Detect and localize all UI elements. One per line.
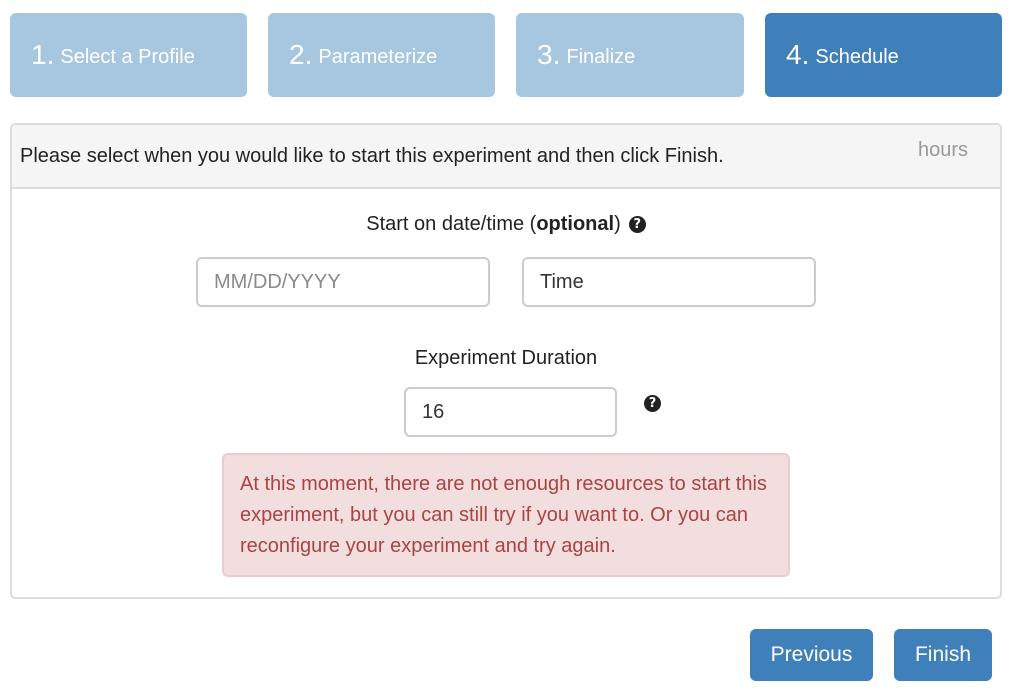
resource-warning-alert: At this moment, there are not enough res…: [222, 453, 790, 577]
step-select-profile[interactable]: 1. Select a Profile: [10, 13, 247, 97]
optional-label: optional: [536, 213, 615, 235]
step-label: Select a Profile: [60, 45, 195, 68]
start-label-prefix: Start on date/time (: [366, 213, 537, 235]
step-number: 4.: [786, 39, 810, 70]
schedule-panel: Please select when you would like to sta…: [10, 123, 1002, 599]
step-label: Schedule: [815, 45, 899, 68]
start-label-suffix: ): [614, 213, 621, 235]
step-schedule[interactable]: 4. Schedule: [765, 13, 1002, 97]
start-datetime-label: Start on date/time (optional)?: [12, 213, 1000, 236]
finish-button[interactable]: Finish: [894, 629, 992, 681]
duration-input[interactable]: [404, 387, 617, 437]
step-parameterize[interactable]: 2. Parameterize: [268, 13, 495, 97]
hours-label: hours: [917, 139, 968, 161]
step-number: 3.: [537, 39, 561, 70]
step-number: 1.: [31, 39, 55, 70]
start-time-input[interactable]: [522, 257, 816, 307]
step-label: Finalize: [566, 45, 636, 68]
instructions-text: Please select when you would like to sta…: [20, 145, 724, 167]
panel-heading: Please select when you would like to sta…: [12, 125, 1000, 189]
duration-label: Experiment Duration: [414, 347, 598, 369]
step-finalize[interactable]: 3. Finalize: [516, 13, 744, 97]
step-number: 2.: [289, 39, 313, 70]
wizard-steps: 1. Select a Profile 2. Parameterize 3. F…: [10, 13, 1002, 97]
step-label: Parameterize: [318, 45, 438, 68]
start-date-input[interactable]: [196, 257, 490, 307]
question-circle-icon[interactable]: ?: [644, 395, 661, 412]
previous-button[interactable]: Previous: [750, 629, 873, 681]
question-circle-icon[interactable]: ?: [628, 216, 646, 233]
